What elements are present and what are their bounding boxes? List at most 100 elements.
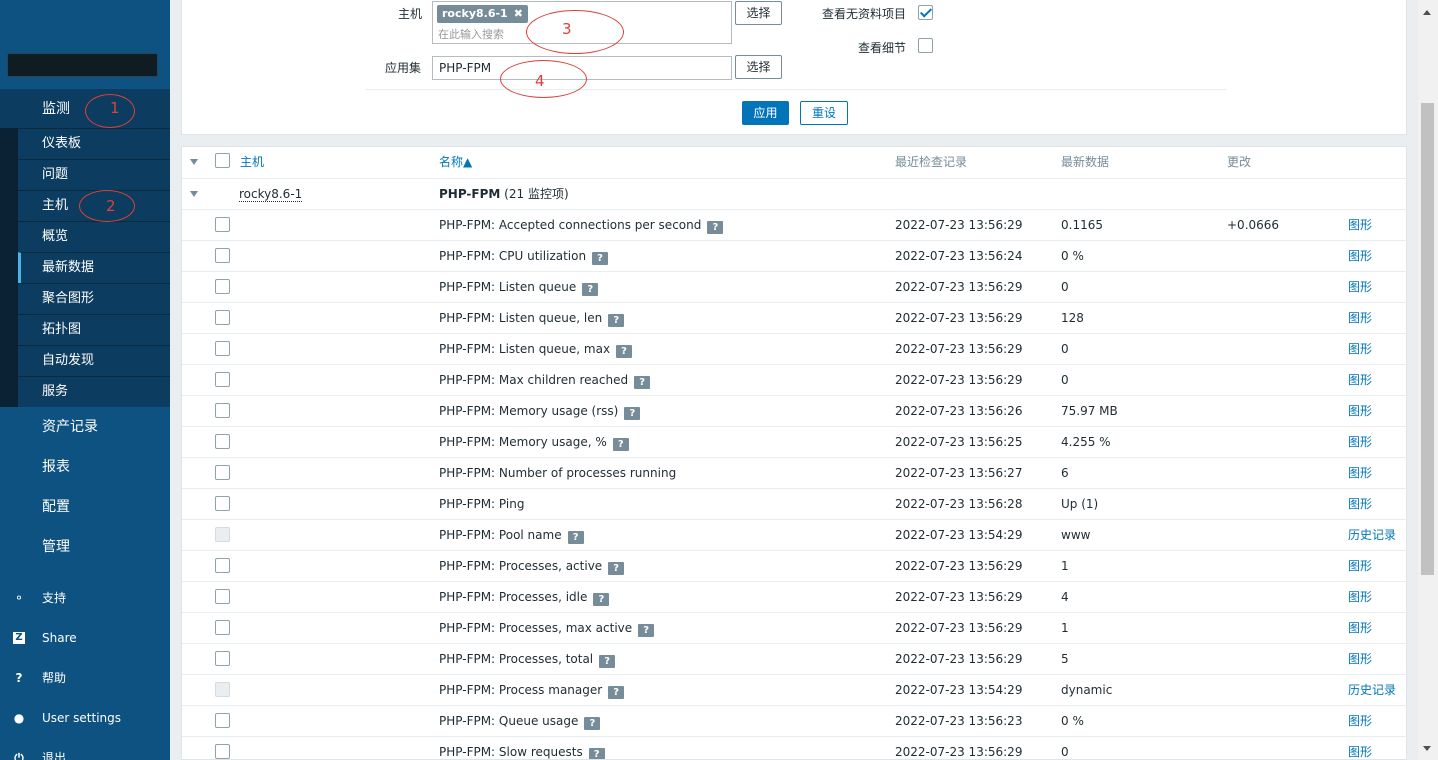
help-icon[interactable]: ?	[582, 283, 599, 296]
item-graph-link[interactable]: 图形	[1348, 706, 1372, 736]
item-name: PHP-FPM: Listen queue	[439, 280, 577, 294]
page-scrollbar[interactable]	[1418, 0, 1438, 760]
item-name-cell: PHP-FPM: Processes, idle?	[439, 582, 610, 612]
submenu-overview[interactable]: 概览	[18, 221, 170, 252]
show-without-data-label: 查看无资料项目	[822, 7, 907, 21]
scroll-down-icon[interactable]	[1423, 746, 1431, 751]
row-checkbox[interactable]	[215, 248, 230, 263]
nav-help[interactable]: ? 帮助	[0, 664, 170, 692]
host-tag[interactable]: rocky8.6-1 ✖	[437, 5, 528, 23]
row-checkbox[interactable]	[215, 310, 230, 325]
help-icon[interactable]: ?	[612, 438, 629, 451]
item-graph-link[interactable]: 图形	[1348, 458, 1372, 488]
table-row: PHP-FPM: Pool name? 2022-07-23 13:54:29 ww…	[182, 519, 1406, 550]
help-icon[interactable]: ?	[634, 376, 651, 389]
group-host-link[interactable]: rocky8.6-1	[239, 187, 303, 202]
submenu-maps[interactable]: 拓扑图	[18, 314, 170, 345]
item-last-value: 0 %	[1061, 249, 1084, 263]
nav-logout[interactable]: ⏻ 退出	[0, 744, 170, 760]
select-all-checkbox[interactable]	[215, 153, 230, 168]
row-checkbox[interactable]	[215, 713, 230, 728]
submenu-latest-data[interactable]: 最新数据	[18, 252, 170, 283]
nav-administration[interactable]: 管理	[0, 527, 170, 567]
item-graph-link[interactable]: 图形	[1348, 365, 1372, 395]
item-graph-link[interactable]: 图形	[1348, 303, 1372, 333]
help-icon[interactable]: ?	[599, 655, 616, 668]
row-checkbox[interactable]	[215, 589, 230, 604]
item-graph-link[interactable]: 图形	[1348, 396, 1372, 426]
nav-user-settings[interactable]: ● User settings	[0, 704, 170, 732]
nav-inventory[interactable]: 资产记录	[0, 407, 170, 447]
row-checkbox[interactable]	[215, 558, 230, 573]
item-graph-link[interactable]: 图形	[1348, 644, 1372, 674]
nav-configuration[interactable]: 配置	[0, 487, 170, 527]
item-graph-link[interactable]: 图形	[1348, 334, 1372, 364]
item-graph-link[interactable]: 图形	[1348, 613, 1372, 643]
group-collapse-icon[interactable]	[190, 191, 198, 197]
show-without-data-checkbox[interactable]	[918, 5, 933, 20]
help-icon[interactable]: ?	[608, 562, 625, 575]
collapse-all-icon[interactable]	[190, 159, 198, 165]
help-icon[interactable]: ?	[638, 624, 655, 637]
row-checkbox[interactable]	[215, 403, 230, 418]
header-host[interactable]: 主机	[240, 147, 264, 178]
item-last-check: 2022-07-23 13:56:29	[895, 342, 1023, 356]
row-checkbox[interactable]	[215, 341, 230, 356]
row-checkbox[interactable]	[215, 744, 230, 759]
apply-button[interactable]: 应用	[742, 101, 789, 125]
row-checkbox[interactable]	[215, 620, 230, 635]
row-checkbox[interactable]	[215, 651, 230, 666]
table-row: PHP-FPM: Number of processes running 2022…	[182, 457, 1406, 488]
help-icon[interactable]: ?	[608, 686, 625, 699]
item-graph-link[interactable]: 图形	[1348, 427, 1372, 457]
item-graph-link[interactable]: 图形	[1348, 582, 1372, 612]
item-last-value: 75.97 MB	[1061, 404, 1118, 418]
item-graph-link[interactable]: 图形	[1348, 241, 1372, 271]
row-checkbox[interactable]	[215, 217, 230, 232]
nav-share[interactable]: Z Share	[0, 624, 170, 652]
scroll-up-icon[interactable]	[1423, 10, 1431, 15]
item-last-check: 2022-07-23 13:56:28	[895, 497, 1023, 511]
reset-button[interactable]: 重设	[800, 101, 848, 125]
sidebar-search-input[interactable]	[7, 53, 158, 77]
help-icon[interactable]: ?	[592, 252, 609, 265]
item-name: PHP-FPM: Number of processes running	[439, 466, 677, 480]
item-graph-link[interactable]: 图形	[1348, 210, 1372, 240]
submenu-services[interactable]: 服务	[18, 376, 170, 407]
item-change: +0.0666	[1227, 218, 1280, 232]
help-icon[interactable]: ?	[593, 593, 610, 606]
header-name[interactable]: 名称▲	[439, 147, 472, 178]
submenu-discovery[interactable]: 自动发现	[18, 345, 170, 376]
submenu-screens[interactable]: 聚合图形	[18, 283, 170, 314]
help-icon[interactable]: ?	[584, 717, 601, 730]
row-checkbox[interactable]	[215, 279, 230, 294]
row-checkbox[interactable]	[215, 372, 230, 387]
help-icon[interactable]: ?	[624, 407, 641, 420]
submenu-problems[interactable]: 问题	[18, 159, 170, 190]
host-select-button[interactable]: 选择	[735, 1, 782, 25]
row-checkbox[interactable]	[215, 496, 230, 511]
application-select-button[interactable]: 选择	[735, 55, 782, 79]
help-icon[interactable]: ?	[588, 748, 605, 759]
item-graph-link[interactable]: 图形	[1348, 737, 1372, 759]
host-search-placeholder[interactable]: 在此输入搜索	[438, 26, 504, 42]
item-graph-link[interactable]: 图形	[1348, 489, 1372, 519]
item-name: PHP-FPM: CPU utilization	[439, 249, 587, 263]
row-checkbox[interactable]	[215, 465, 230, 480]
item-graph-link[interactable]: 图形	[1348, 551, 1372, 581]
show-details-checkbox[interactable]	[918, 38, 933, 53]
item-graph-link[interactable]: 历史记录	[1348, 520, 1396, 550]
help-icon[interactable]: ?	[567, 531, 584, 544]
scroll-thumb[interactable]	[1421, 103, 1434, 575]
item-graph-link[interactable]: 图形	[1348, 272, 1372, 302]
remove-tag-icon[interactable]: ✖	[514, 7, 523, 20]
submenu-dashboard[interactable]: 仪表板	[18, 128, 170, 159]
help-icon[interactable]: ?	[616, 345, 633, 358]
nav-reports[interactable]: 报表	[0, 447, 170, 487]
row-checkbox[interactable]	[215, 434, 230, 449]
item-last-check: 2022-07-23 13:56:24	[895, 249, 1023, 263]
nav-support[interactable]: ⚬ 支持	[0, 584, 170, 612]
help-icon[interactable]: ?	[707, 221, 724, 234]
item-graph-link[interactable]: 历史记录	[1348, 675, 1396, 705]
help-icon[interactable]: ?	[608, 314, 625, 327]
